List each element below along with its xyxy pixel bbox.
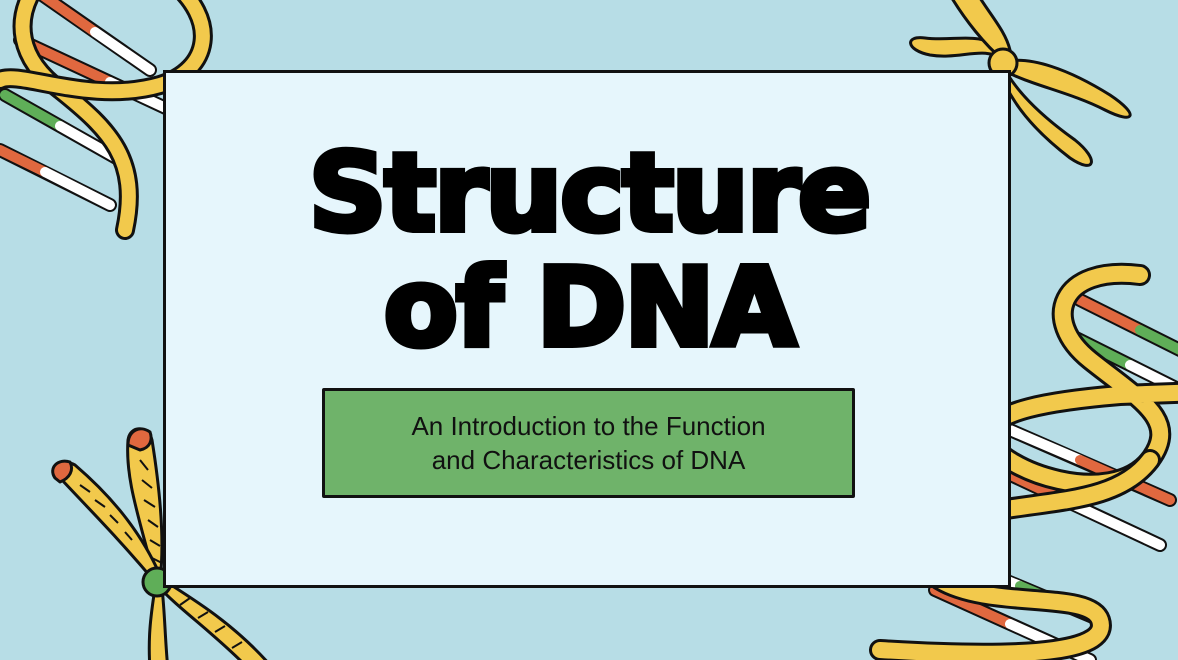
page-title: Structure (306, 131, 875, 256)
subtitle-line1: An Introduction to the Function (411, 411, 766, 441)
title-slide: Structure of DNA An Introduction to the … (0, 0, 1178, 660)
subtitle-line2: and Characteristics of DNA (431, 445, 746, 475)
page-title-line2: of DNA (381, 246, 799, 371)
subtitle-box: An Introduction to the Function and Char… (322, 388, 855, 498)
